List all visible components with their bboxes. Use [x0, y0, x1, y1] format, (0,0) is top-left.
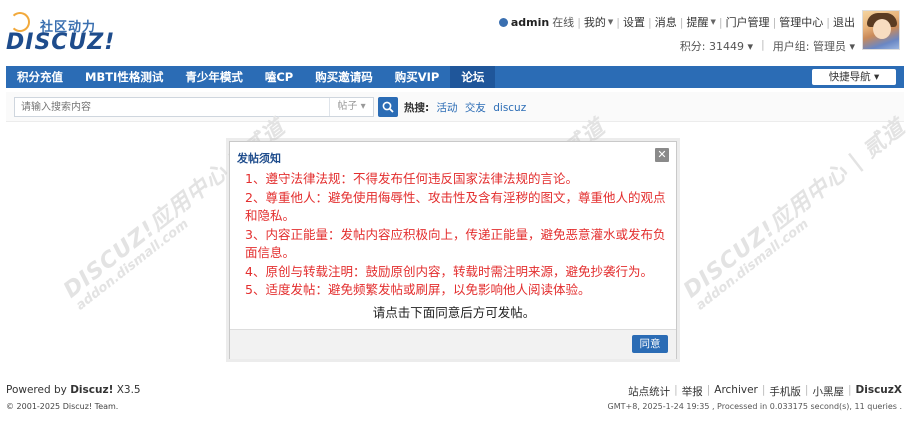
- my-menu[interactable]: 我的: [584, 14, 606, 30]
- settings-link[interactable]: 设置: [623, 14, 645, 30]
- hot-term[interactable]: 活动: [437, 102, 458, 114]
- hot-term[interactable]: discuz: [493, 102, 526, 114]
- agree-prompt: 请点击下面同意后方可发帖。: [372, 305, 536, 320]
- logo-ring-icon: [10, 12, 30, 32]
- footer-link-mobile[interactable]: 手机版: [769, 384, 801, 399]
- messages-link[interactable]: 消息: [655, 14, 677, 30]
- footer-brand-link[interactable]: DiscuzX: [856, 384, 902, 399]
- site-header: 社区动力 DISCUZ! admin 在线 | 我的 ▼ | 设置 | 消息 | …: [0, 0, 910, 64]
- user-icon: [498, 17, 508, 27]
- username-link[interactable]: admin: [511, 16, 549, 29]
- footer-link-report[interactable]: 举报: [682, 384, 703, 399]
- powered-by: Powered by Discuz! X3.5: [6, 384, 141, 396]
- rule-item: 1、遵守法律法规：不得发布任何违反国家法律法规的言论。: [245, 171, 578, 186]
- copyright: © 2001-2025 Discuz! Team.: [6, 402, 119, 411]
- chevron-down-icon: ▾: [845, 40, 855, 53]
- nav-item-credit-recharge[interactable]: 积分充值: [6, 66, 74, 88]
- footer-link-blacklist[interactable]: 小黑屋: [812, 384, 844, 399]
- portal-admin-link[interactable]: 门户管理: [726, 14, 770, 30]
- search-input[interactable]: [15, 98, 331, 116]
- agree-button[interactable]: 同意: [632, 335, 668, 353]
- user-group-menu[interactable]: 用户组: 管理员 ▾: [773, 38, 855, 54]
- search-icon: [382, 101, 394, 113]
- footer-links: 站点统计 | 举报 | Archiver | 手机版 | 小黑屋 | Discu…: [628, 384, 902, 399]
- chevron-down-icon: ▼: [710, 18, 716, 26]
- hot-search-label: 热搜:: [404, 102, 430, 114]
- nav-item-buy-vip[interactable]: 购买VIP: [384, 66, 451, 88]
- processing-info: GMT+8, 2025-1-24 19:35 , Processed in 0.…: [607, 402, 902, 411]
- search-button[interactable]: [378, 97, 398, 117]
- nav-item-buy-invite-code[interactable]: 购买邀请码: [304, 66, 384, 88]
- chevron-down-icon: ▾: [360, 101, 366, 112]
- rule-item: 4、原创与转载注明：鼓励原创内容，转载时需注明来源，避免抄袭行为。: [245, 263, 653, 279]
- nav-item-cp[interactable]: 嗑CP: [254, 66, 304, 88]
- nav-item-mbti-test[interactable]: MBTI性格测试: [74, 66, 174, 88]
- rule-item: 5、适度发帖：避免频繁发帖或刷屏，以免影响他人阅读体验。: [245, 282, 591, 297]
- logout-link[interactable]: 退出: [833, 14, 855, 30]
- user-stats: 积分: 31449 ▾ | 用户组: 管理员 ▾: [679, 38, 855, 54]
- quick-nav-button[interactable]: 快捷导航 ▾: [812, 69, 896, 85]
- credits-menu[interactable]: 积分: 31449 ▾: [680, 38, 753, 54]
- logo-brand: DISCUZ!: [6, 30, 116, 55]
- watermark: DISCUZ!应用中心 | 贰道addon.dismall.com: [679, 115, 910, 314]
- rule-item: 3、内容正能量：发帖内容应积极向上，传递正能量，避免恶意灌水或发布负面信息。: [245, 226, 666, 261]
- user-toolbar: admin 在线 | 我的 ▼ | 设置 | 消息 | 提醒 ▼ | 门户管理 | …: [498, 14, 855, 30]
- nav-item-teen-mode[interactable]: 青少年模式: [174, 66, 254, 88]
- notifications-menu[interactable]: 提醒: [686, 14, 708, 30]
- search-type-select[interactable]: 帖子 ▾: [329, 98, 373, 116]
- search-bar: 帖子 ▾ 热搜: 活动 交友 discuz: [6, 92, 904, 122]
- hot-search: 热搜: 活动 交友 discuz: [404, 100, 530, 115]
- dialog-title: 发帖须知: [237, 152, 281, 165]
- online-status: 在线: [552, 16, 575, 29]
- nav-item-forum[interactable]: 论坛: [450, 66, 496, 88]
- footer-link-archiver[interactable]: Archiver: [714, 384, 758, 399]
- search-field: 帖子 ▾: [14, 97, 374, 117]
- hot-term[interactable]: 交友: [465, 102, 486, 114]
- main-nav: 积分充值 MBTI性格测试 青少年模式 嗑CP 购买邀请码 购买VIP 论坛 快…: [6, 66, 904, 88]
- chevron-down-icon: ▾: [874, 71, 880, 83]
- close-icon[interactable]: ✕: [655, 148, 669, 162]
- discuz-link[interactable]: Discuz!: [70, 384, 113, 396]
- rules-list: 1、遵守法律法规：不得发布任何违反国家法律法规的言论。 2、尊重他人：避免使用侮…: [245, 170, 667, 300]
- chevron-down-icon: ▼: [607, 18, 614, 26]
- posting-rules-dialog: 发帖须知 ✕ 1、遵守法律法规：不得发布任何违反国家法律法规的言论。 2、尊重他…: [229, 141, 677, 359]
- rule-item: 2、尊重他人：避免使用侮辱性、攻击性及含有淫秽的图文，尊重他人的观点和隐私。: [245, 189, 666, 224]
- chevron-down-icon: ▾: [744, 40, 754, 53]
- site-logo[interactable]: 社区动力 DISCUZ!: [6, 10, 116, 58]
- footer-link-stats[interactable]: 站点统计: [628, 384, 670, 399]
- admin-center-link[interactable]: 管理中心: [779, 14, 823, 30]
- dialog-footer: 同意: [230, 329, 676, 359]
- avatar[interactable]: [862, 10, 900, 50]
